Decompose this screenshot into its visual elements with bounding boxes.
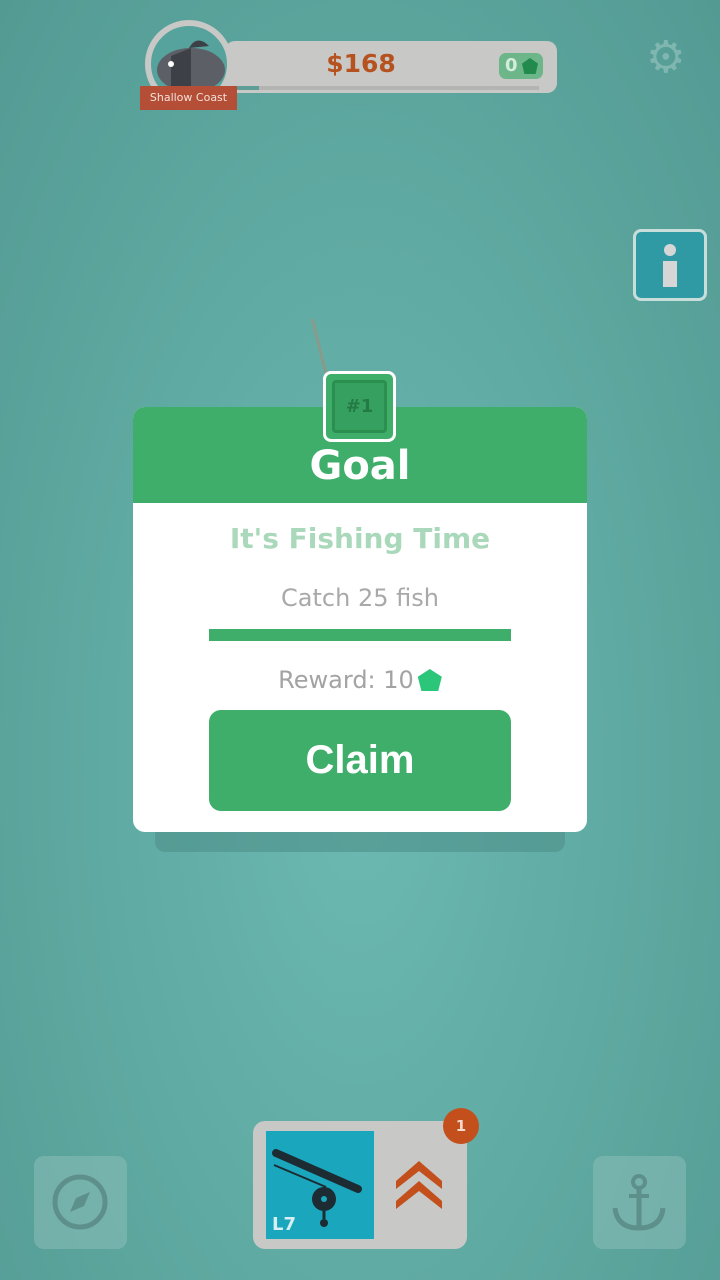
gem-counter[interactable]: 0	[499, 53, 543, 79]
compass-icon	[52, 1174, 108, 1230]
goal-name: It's Fishing Time	[229, 522, 491, 555]
goal-number-badge: #1	[323, 371, 396, 442]
goal-progress-bar	[209, 629, 511, 641]
goal-task: Catch 25 fish	[281, 584, 439, 612]
xp-bar	[235, 86, 539, 90]
hud-bar: $168 0	[225, 41, 557, 93]
money-display: $168	[326, 49, 396, 78]
gem-count: 0	[505, 55, 518, 76]
gem-icon	[522, 58, 538, 74]
notification-badge: 1	[443, 1108, 479, 1144]
double-chevron-up-icon	[396, 1161, 442, 1209]
goal-dialog: Goal It's Fishing Time Catch 25 fish Rew…	[133, 407, 587, 832]
info-icon	[664, 244, 676, 256]
reward-text: Reward: 10	[278, 666, 414, 694]
anchor-icon	[612, 1174, 666, 1231]
goal-reward: Reward: 10	[133, 666, 587, 694]
fishing-line	[310, 318, 329, 378]
compass-button[interactable]	[34, 1156, 127, 1249]
claim-button[interactable]: Claim	[209, 710, 511, 811]
gear-icon[interactable]: ⚙	[646, 36, 685, 80]
rod-upgrade-panel[interactable]: L7	[253, 1121, 467, 1249]
goal-number: #1	[332, 380, 387, 433]
info-icon-bar	[663, 261, 677, 287]
rod-image: L7	[266, 1131, 374, 1239]
gem-icon	[417, 669, 442, 691]
goal-title: Goal	[309, 443, 411, 489]
location-banner: Shallow Coast	[140, 86, 237, 110]
rod-level: L7	[272, 1214, 296, 1235]
info-button[interactable]	[633, 229, 707, 301]
anchor-button[interactable]	[593, 1156, 686, 1249]
xp-fill	[235, 86, 260, 90]
goal-progress-fill	[209, 629, 511, 641]
